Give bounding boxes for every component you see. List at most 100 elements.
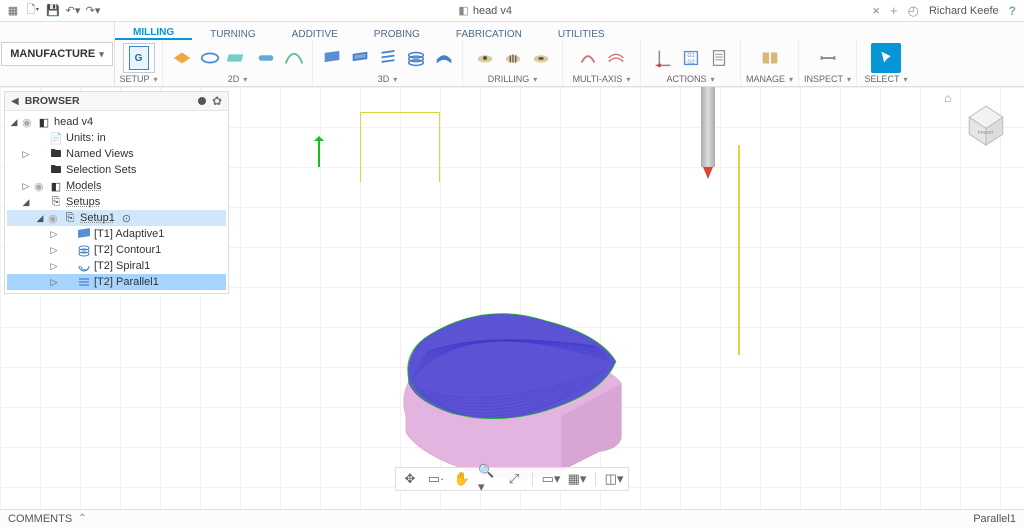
tree-models-label: Models [66, 180, 101, 192]
nav-zoom-icon[interactable]: 🔍▾ [478, 470, 498, 488]
tool-holder [701, 87, 715, 167]
tree-adaptive-label: [T1] Adaptive1 [94, 228, 164, 240]
drill-icon[interactable] [473, 46, 497, 70]
close-tab-icon[interactable]: × [872, 3, 880, 18]
tree-selection-sets-label: Selection Sets [66, 164, 136, 176]
stock-guides [360, 112, 440, 182]
3d-pocket-icon[interactable] [348, 46, 372, 70]
nav-look-icon[interactable]: ▭· [426, 470, 446, 488]
2d-trace-icon[interactable] [282, 46, 306, 70]
setup-icon[interactable]: G [123, 43, 155, 73]
comments-expand-icon[interactable]: ⌃ [78, 513, 86, 524]
tree-op-contour[interactable]: ▷ [T2] Contour1 [7, 242, 226, 258]
tree-root[interactable]: ◢◉ ◧ head v4 [7, 114, 226, 130]
tree-setup1[interactable]: ◢◉ ⎘ Setup1 ⊙ [7, 210, 226, 226]
group-manage-label: MANAGE [746, 74, 785, 84]
document-cube-icon: ◧ [458, 4, 468, 17]
select-icon[interactable] [871, 43, 901, 73]
3d-adaptive-icon[interactable] [320, 46, 344, 70]
tree-named-views-label: Named Views [66, 148, 134, 160]
tab-turning[interactable]: TURNING [192, 27, 274, 40]
browser-settings-icon[interactable]: ✿ [212, 94, 222, 108]
axis-z-icon [318, 137, 320, 167]
3d-horizontal-icon[interactable] [432, 46, 456, 70]
tree-root-label: head v4 [54, 116, 93, 128]
comments-label[interactable]: COMMENTS [8, 513, 72, 525]
tab-additive[interactable]: ADDITIVE [274, 27, 356, 40]
update-icon[interactable]: ◴ [908, 3, 919, 19]
setups-icon: ⎘ [49, 195, 63, 209]
manage-icon[interactable] [755, 43, 785, 73]
viewcube-home-icon[interactable]: ⌂ [944, 91, 951, 105]
tree-setups[interactable]: ◢ ⎘ Setups [7, 194, 226, 210]
op-contour-icon [77, 243, 91, 257]
nav-pan-icon[interactable]: ✋ [452, 470, 472, 488]
tab-utilities[interactable]: UTILITIES [540, 27, 623, 40]
3d-contour-icon[interactable] [404, 46, 428, 70]
viewcube[interactable]: ⌂ FRONT [958, 93, 1014, 149]
nav-viewports-icon[interactable]: ◫▾ [604, 470, 624, 488]
browser-panel: ◀ BROWSER ✿ ◢◉ ◧ head v4 📄 Units: in ▷ 🖿… [4, 91, 229, 294]
tab-fabrication[interactable]: FABRICATION [438, 27, 540, 40]
nav-fit-icon[interactable]: ⤢ [504, 470, 524, 488]
nav-orbit-icon[interactable]: ✥ [400, 470, 420, 488]
save-icon[interactable]: 💾 [46, 4, 60, 18]
help-icon[interactable]: ? [1009, 4, 1016, 18]
model [300, 157, 730, 487]
tab-milling[interactable]: MILLING [115, 25, 192, 40]
tree-op-adaptive[interactable]: ▷ [T1] Adaptive1 [7, 226, 226, 242]
action-post-icon[interactable]: G1G2 [679, 46, 703, 70]
group-actions-label: ACTIONS [666, 74, 706, 84]
svg-text:G1: G1 [687, 53, 694, 59]
group-multiaxis-label: MULTI-AXIS [573, 74, 623, 84]
browser-collapse-icon[interactable]: ◀ [11, 96, 19, 107]
2d-contour-icon[interactable] [198, 46, 222, 70]
inspect-icon[interactable] [813, 43, 843, 73]
action-setup-sheet-icon[interactable] [707, 46, 731, 70]
stock-guide-right [738, 145, 740, 355]
tree-setup1-label: Setup1 [80, 212, 115, 224]
app-grid-icon[interactable]: ▦ [6, 4, 20, 18]
file-icon[interactable]: 🗋▾ [26, 4, 40, 18]
multiaxis-flow-icon[interactable] [604, 46, 628, 70]
stock-render [300, 307, 730, 487]
undo-icon[interactable]: ↶▾ [66, 4, 80, 18]
group-select-label: SELECT [864, 74, 899, 84]
tree-parallel-label: [T2] Parallel1 [94, 276, 159, 288]
group-drill-label: DRILLING [488, 74, 530, 84]
document-title: head v4 [473, 5, 512, 17]
tree-setups-label: Setups [66, 196, 100, 208]
drill-thread-icon[interactable] [501, 46, 525, 70]
tree-op-parallel[interactable]: ▷ [T2] Parallel1 [7, 274, 226, 290]
group-inspect-label: INSPECT [804, 74, 843, 84]
tree-spiral-label: [T2] Spiral1 [94, 260, 150, 272]
tree-named-views[interactable]: ▷ 🖿 Named Views [7, 146, 226, 162]
workspace-label: MANUFACTURE [10, 48, 95, 60]
2d-slot-icon[interactable] [254, 46, 278, 70]
tree-selection-sets[interactable]: 🖿 Selection Sets [7, 162, 226, 178]
active-marker-icon: ⊙ [122, 212, 131, 225]
op-adaptive-icon [77, 227, 91, 241]
browser-title: BROWSER [25, 95, 192, 107]
tree-units[interactable]: 📄 Units: in [7, 130, 226, 146]
folder-icon: 🖿 [49, 163, 63, 177]
status-right: Parallel1 [973, 513, 1016, 525]
browser-status-dot [198, 97, 206, 105]
new-tab-icon[interactable]: + [890, 3, 898, 18]
2d-pocket-icon[interactable] [226, 46, 250, 70]
tree-models[interactable]: ▷◉ ◧ Models [7, 178, 226, 194]
action-generate-icon[interactable] [651, 46, 675, 70]
models-icon: ◧ [49, 179, 63, 193]
tab-probing[interactable]: PROBING [356, 27, 438, 40]
multiaxis-swarf-icon[interactable] [576, 46, 600, 70]
nav-display-icon[interactable]: ▭▾ [541, 470, 561, 488]
nav-grid-icon[interactable]: ▦▾ [567, 470, 587, 488]
drill-bore-icon[interactable] [529, 46, 553, 70]
2d-face-icon[interactable] [170, 46, 194, 70]
user-name[interactable]: Richard Keefe [929, 5, 999, 17]
3d-parallel-icon[interactable] [376, 46, 400, 70]
component-icon: ◧ [37, 115, 51, 129]
tree-op-spiral[interactable]: ▷ [T2] Spiral1 [7, 258, 226, 274]
redo-icon[interactable]: ↷▾ [86, 4, 100, 18]
workspace-selector[interactable]: MANUFACTURE [1, 42, 112, 66]
